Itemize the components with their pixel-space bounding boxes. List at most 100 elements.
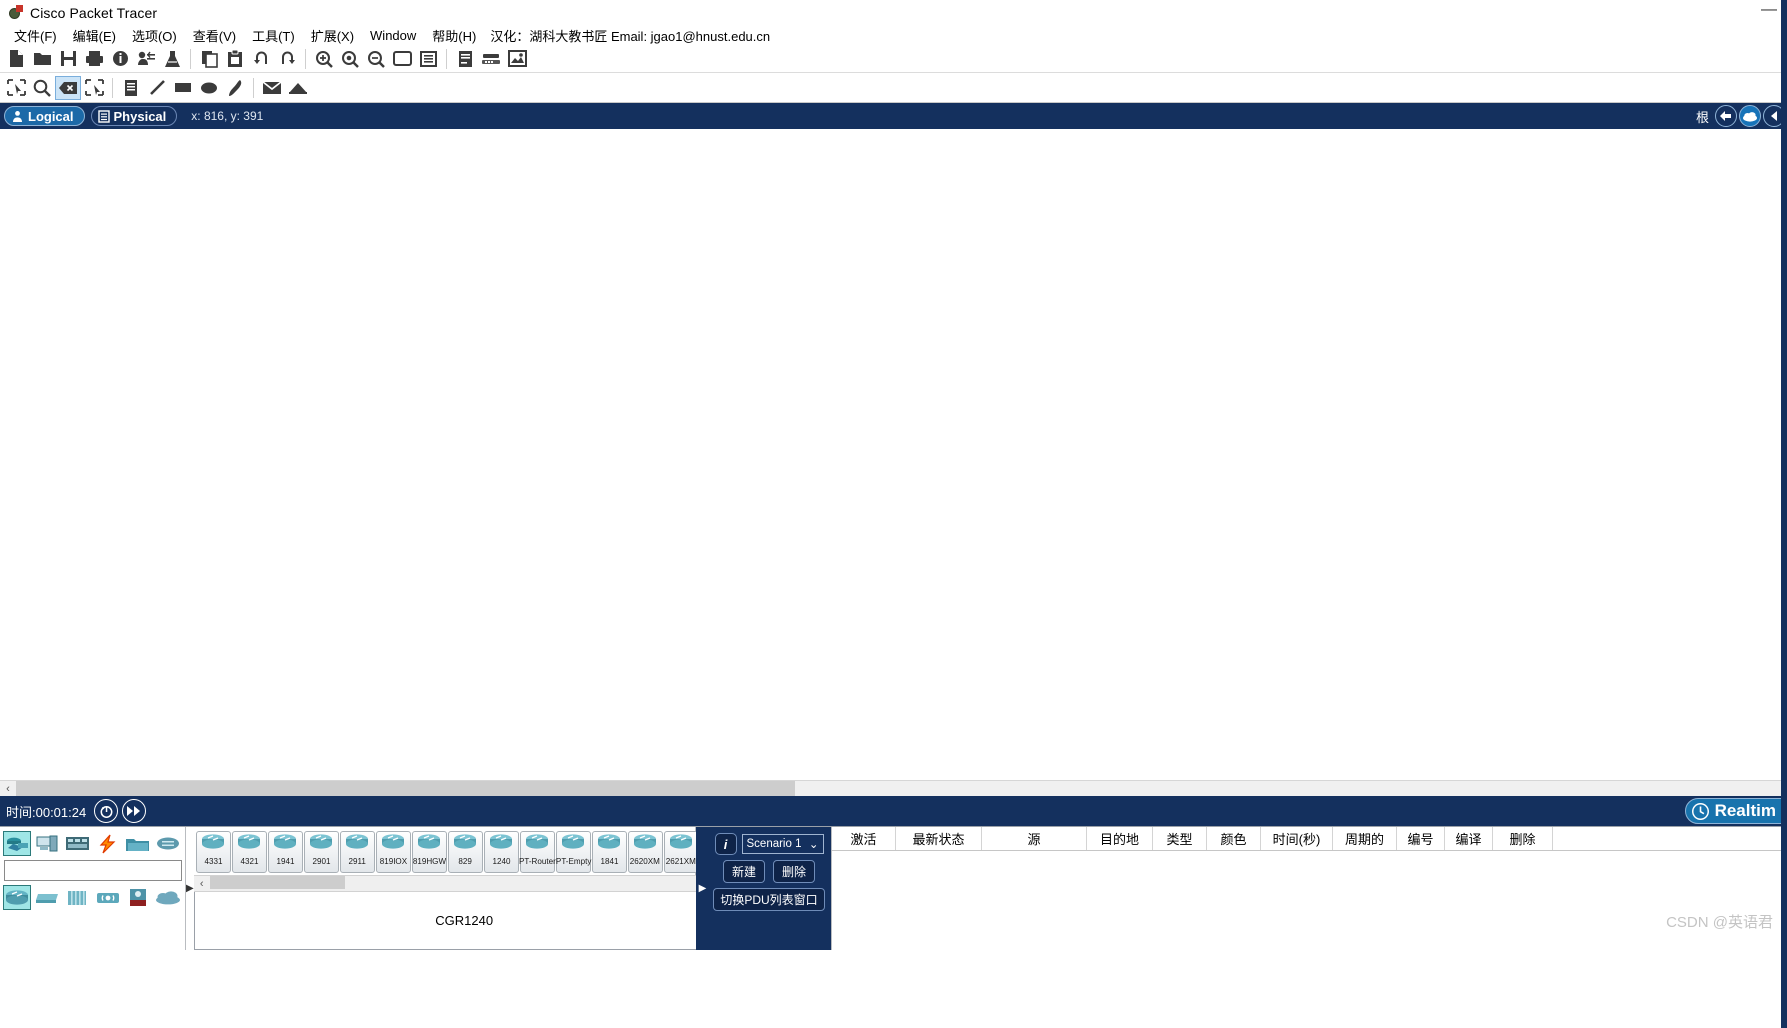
activity-wizard-icon[interactable] (133, 47, 159, 71)
freeform-icon[interactable] (222, 76, 248, 100)
model-scroll-track[interactable] (209, 875, 719, 892)
scroll-track[interactable] (16, 780, 1787, 797)
pdu-table-body[interactable]: CSDN @英语君 (832, 851, 1787, 950)
toggle-pdu-list-button[interactable]: 切换PDU列表窗口 (713, 888, 825, 911)
routers-icon[interactable] (3, 885, 32, 910)
pdu-column-header[interactable]: 源 (982, 827, 1087, 850)
scroll-thumb[interactable] (16, 780, 796, 797)
device-model-item[interactable]: 4321 (231, 831, 267, 873)
canvas-horizontal-scrollbar[interactable]: ‹ (0, 780, 1787, 797)
device-model-item[interactable]: PT-Empty (555, 831, 591, 873)
undo-icon[interactable] (248, 47, 274, 71)
resize-shape-icon[interactable] (81, 76, 107, 100)
pdu-column-header[interactable]: 激活 (832, 827, 896, 850)
delete-scenario-button[interactable]: 删除 (773, 860, 816, 883)
new-scenario-button[interactable]: 新建 (722, 860, 765, 883)
device-model-item[interactable]: 1841 (591, 831, 627, 873)
miscellaneous-icon[interactable] (124, 831, 152, 856)
paste-icon[interactable] (222, 47, 248, 71)
note-icon[interactable] (118, 76, 144, 100)
device-model-item[interactable]: PT-Router (519, 831, 556, 873)
zoom-reset-icon[interactable] (337, 47, 363, 71)
device-search-input[interactable] (4, 860, 182, 881)
pdu-column-header[interactable]: 周期的 (1333, 827, 1397, 850)
device-model-item[interactable]: 2911 (339, 831, 375, 873)
device-model-item[interactable]: 1240 (483, 831, 519, 873)
home-cloud-icon[interactable] (1739, 105, 1761, 127)
pdu-column-header[interactable]: 目的地 (1087, 827, 1153, 850)
device-model-item[interactable]: 819HGW (411, 831, 447, 873)
end-devices-icon[interactable] (33, 831, 61, 856)
simple-pdu-icon[interactable] (259, 76, 285, 100)
wireless-devices-icon[interactable] (94, 885, 122, 910)
realtime-mode-button[interactable]: Realtim (1684, 798, 1785, 824)
menu-view[interactable]: 查看(V) (185, 25, 244, 46)
device-panel-expander[interactable]: ▶ (186, 827, 194, 950)
pdu-column-header[interactable]: 时间(秒) (1261, 827, 1333, 850)
security-devices-icon[interactable] (124, 885, 152, 910)
tab-physical[interactable]: Physical (90, 106, 178, 126)
zoom-in-icon[interactable] (311, 47, 337, 71)
complex-pdu-icon[interactable] (285, 76, 311, 100)
multiuser-connection-icon[interactable] (154, 831, 182, 856)
device-model-scrollbar[interactable]: ‹ › (193, 875, 735, 892)
device-model-item[interactable]: 2901 (303, 831, 339, 873)
wan-emulation-icon[interactable] (154, 885, 182, 910)
minimize-button[interactable]: — (1761, 2, 1777, 18)
open-folder-icon[interactable] (29, 47, 55, 71)
menu-file[interactable]: 文件(F) (6, 25, 65, 46)
pdu-column-header[interactable]: 删除 (1493, 827, 1553, 850)
hubs-icon[interactable] (63, 885, 91, 910)
device-model-item[interactable]: 1941 (267, 831, 303, 873)
fast-forward-icon[interactable] (122, 799, 147, 823)
print-icon[interactable] (81, 47, 107, 71)
draw-line-icon[interactable] (144, 76, 170, 100)
scroll-left-icon[interactable]: ‹ (0, 781, 16, 797)
network-info-icon[interactable] (107, 47, 133, 71)
device-model-item[interactable]: 2620XM (627, 831, 663, 873)
pdu-column-header[interactable]: 编号 (1397, 827, 1445, 850)
notes-panel-icon[interactable] (452, 47, 478, 71)
model-scroll-thumb[interactable] (209, 875, 345, 889)
pdu-column-header[interactable]: 编译 (1445, 827, 1493, 850)
scenario-dropdown[interactable]: Scenario 1 ⌄ (741, 834, 824, 854)
device-model-item[interactable]: 4331 (195, 831, 231, 873)
menu-extensions[interactable]: 扩展(X) (303, 25, 362, 46)
scenario-panel-expander[interactable]: ▶ (696, 827, 709, 950)
menu-edit[interactable]: 编辑(E) (65, 25, 124, 46)
redo-icon[interactable] (274, 47, 300, 71)
pdu-column-header[interactable]: 最新状态 (896, 827, 982, 850)
menu-options[interactable]: 选项(O) (124, 25, 185, 46)
custom-devices-icon[interactable] (415, 47, 441, 71)
draw-ellipse-icon[interactable] (196, 76, 222, 100)
palette-window-icon[interactable] (389, 47, 415, 71)
inspect-magnifier-icon[interactable] (29, 76, 55, 100)
pdu-column-header[interactable]: 颜色 (1207, 827, 1261, 850)
components-icon[interactable] (63, 831, 91, 856)
model-scroll-left-icon[interactable]: ‹ (194, 876, 210, 892)
scenario-info-icon[interactable]: i (714, 833, 737, 855)
workspace-area[interactable] (0, 129, 1787, 780)
device-model-item[interactable]: 829 (447, 831, 483, 873)
menu-tools[interactable]: 工具(T) (244, 25, 303, 46)
tab-logical[interactable]: Logical (4, 106, 85, 126)
connections-icon[interactable] (94, 831, 122, 856)
background-image-icon[interactable] (504, 47, 530, 71)
zoom-out-icon[interactable] (363, 47, 389, 71)
save-icon[interactable] (55, 47, 81, 71)
pdu-column-header[interactable]: 类型 (1153, 827, 1207, 850)
menu-window[interactable]: Window (362, 27, 424, 44)
network-devices-icon[interactable] (3, 831, 32, 856)
device-model-item[interactable]: 2621XM (663, 831, 699, 873)
delete-icon[interactable] (55, 75, 81, 100)
draw-rect-icon[interactable] (170, 76, 196, 100)
new-file-icon[interactable] (3, 47, 29, 71)
back-arrow-icon[interactable] (1715, 105, 1737, 127)
copy-icon[interactable] (196, 47, 222, 71)
power-cycle-icon[interactable] (94, 799, 119, 823)
logical-canvas[interactable] (0, 129, 1787, 780)
device-model-item[interactable]: 819IOX (375, 831, 411, 873)
menu-help[interactable]: 帮助(H) (424, 25, 484, 46)
device-rack-icon[interactable] (478, 47, 504, 71)
switches-icon[interactable] (33, 885, 61, 910)
